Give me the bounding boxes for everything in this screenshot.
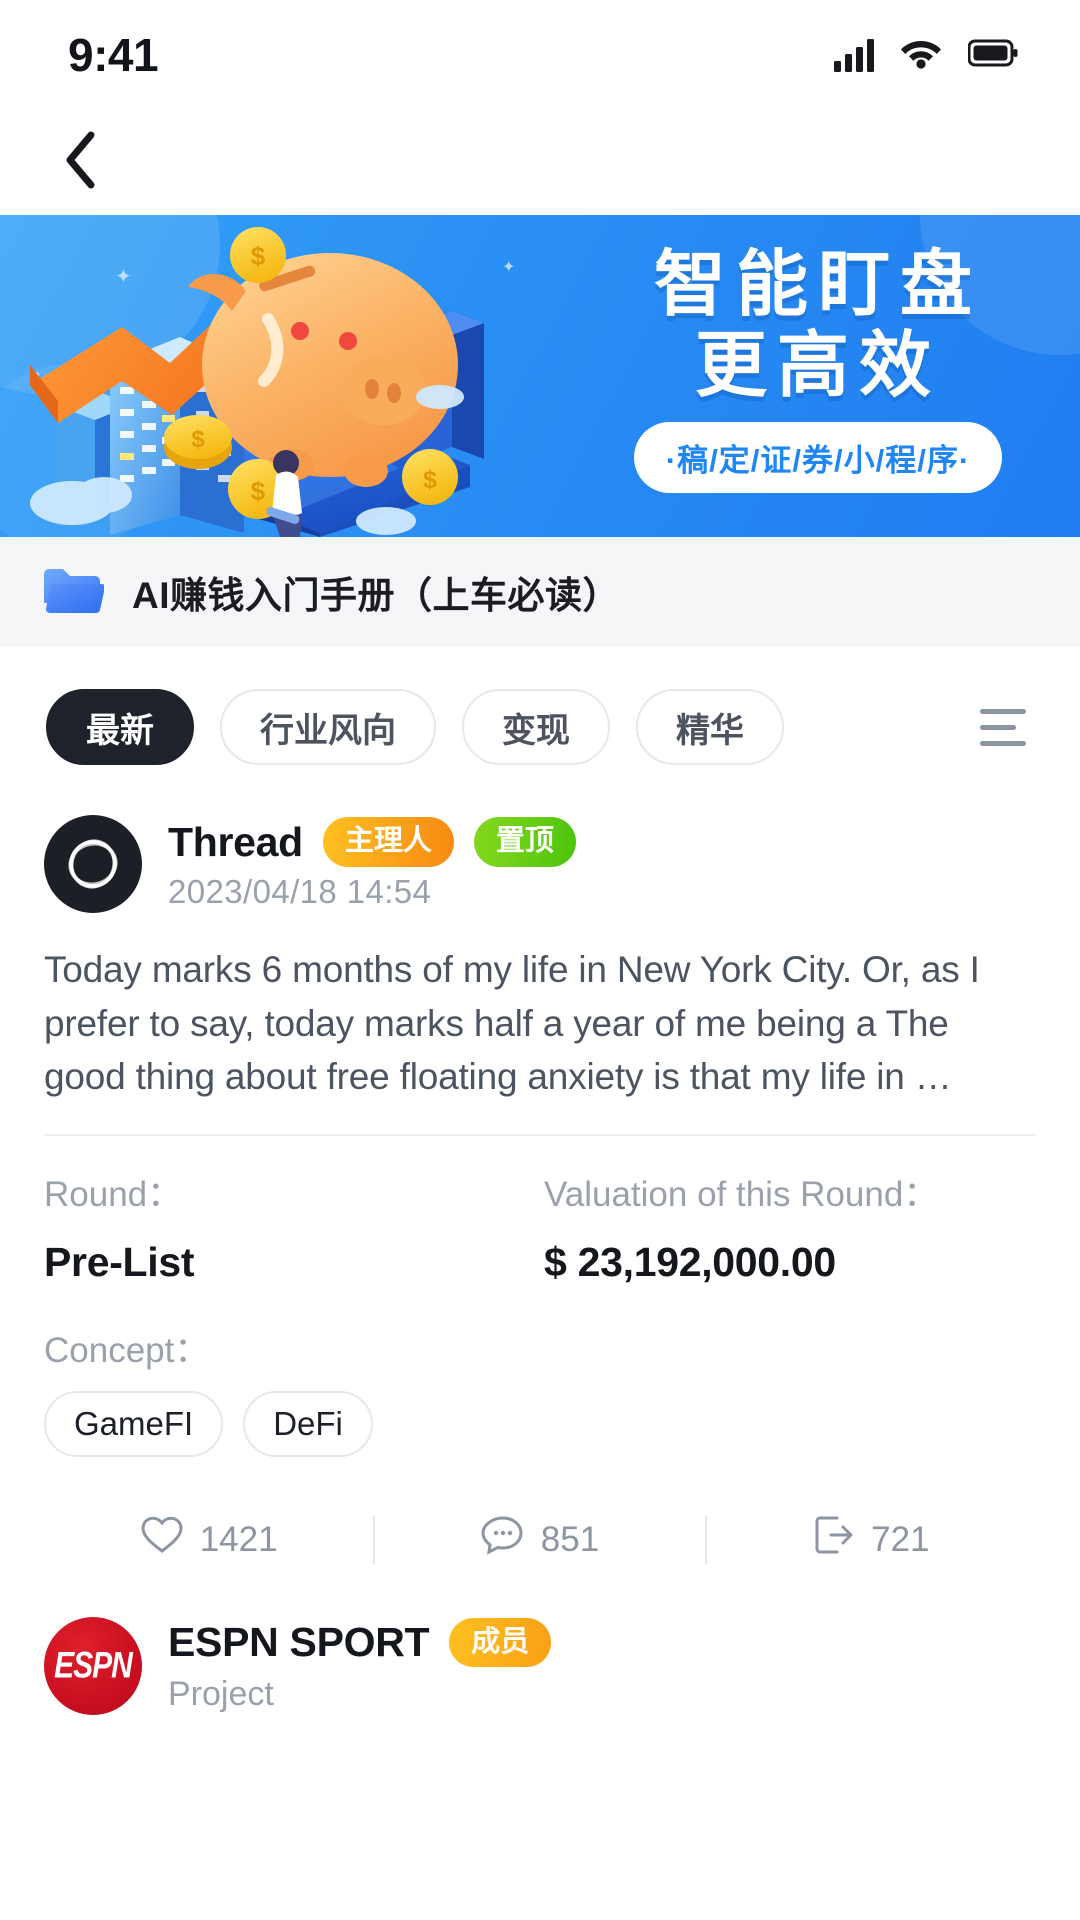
back-button[interactable] xyxy=(50,131,110,194)
concept-tag-row: GameFI DeFi xyxy=(44,1390,1036,1457)
post-name-row: Thread 主理人 置顶 xyxy=(168,817,576,867)
nav-bar xyxy=(0,110,1080,215)
svg-text:$: $ xyxy=(251,241,266,271)
post-action-bar: 1421 851 721 xyxy=(44,1497,1036,1583)
like-count: 1421 xyxy=(199,1519,278,1559)
round-value: Pre-List xyxy=(44,1238,195,1285)
valuation-value: $ 23,192,000.00 xyxy=(544,1238,836,1285)
cellular-signal-icon xyxy=(834,38,874,72)
folder-row[interactable]: AI赚钱入门手册（上车必读） xyxy=(0,537,1080,647)
status-icons xyxy=(834,37,1018,74)
promo-banner[interactable]: ✦ ● ✦ ✦ ● xyxy=(0,215,1080,537)
post-body-text[interactable]: Today marks 6 months of my life in New Y… xyxy=(44,943,1036,1104)
post-author-name: Thread xyxy=(168,818,303,865)
heart-icon xyxy=(140,1515,184,1564)
back-chevron-icon xyxy=(63,131,97,194)
post-card: Thread 主理人 置顶 2023/04/18 14:54 Today mar… xyxy=(0,815,1080,1583)
threads-logo-avatar[interactable] xyxy=(44,815,142,913)
valuation-label: Valuation of this Round： xyxy=(544,1174,939,1214)
filter-chip-bar: 最新 行业风向 变现 精华 xyxy=(0,647,1080,801)
comment-icon xyxy=(481,1514,525,1565)
like-action[interactable]: 1421 xyxy=(44,1515,373,1564)
svg-text:$: $ xyxy=(423,466,437,494)
badge-owner: 主理人 xyxy=(322,817,454,867)
post-card-secondary: ESPN ESPN SPORT 成员 Project xyxy=(0,1583,1080,1715)
folder-title: AI赚钱入门手册（上车必读） xyxy=(132,575,620,616)
banner-copy: 智能盯盘 更高效 ·稿/定/证/券/小/程/序· xyxy=(608,245,1028,494)
filter-chip-latest[interactable]: 最新 xyxy=(46,689,194,765)
post-secondary-author: ESPN SPORT xyxy=(168,1618,430,1665)
svg-text:$: $ xyxy=(251,476,266,506)
concept-tag-gamefi[interactable]: GameFI xyxy=(44,1390,224,1457)
post-timestamp: 2023/04/18 14:54 xyxy=(168,872,432,910)
comment-action[interactable]: 851 xyxy=(375,1514,704,1565)
banner-headline-2: 更高效 xyxy=(694,325,941,406)
concept-label: Concept： xyxy=(44,1330,210,1370)
post-header-text: Thread 主理人 置顶 2023/04/18 14:54 xyxy=(168,817,576,910)
post-secondary-text: ESPN SPORT 成员 Project xyxy=(168,1617,552,1714)
wifi-icon xyxy=(900,37,942,74)
filter-chip-industry-trends[interactable]: 行业风向 xyxy=(220,689,436,765)
share-count: 721 xyxy=(871,1519,930,1559)
comment-count: 851 xyxy=(540,1519,600,1559)
banner-tagline-pill: ·稿/定/证/券/小/程/序· xyxy=(633,422,1003,494)
share-icon xyxy=(813,1514,855,1565)
post-secondary-subtitle: Project xyxy=(168,1675,274,1714)
hamburger-menu-icon[interactable] xyxy=(980,696,1042,758)
filter-chip-featured[interactable]: 精华 xyxy=(636,689,784,765)
post-divider xyxy=(44,1133,1036,1136)
share-action[interactable]: 721 xyxy=(707,1514,1036,1565)
espn-wordmark: ESPN xyxy=(54,1644,133,1686)
post-meta-grid: Round： Valuation of this Round： Pre-List… xyxy=(44,1166,1036,1286)
piggy-bank-growth-illustration: $ $ $ $ xyxy=(0,215,560,537)
battery-icon xyxy=(967,39,1018,72)
banner-headline-1: 智能盯盘 xyxy=(653,245,982,325)
status-time: 9:41 xyxy=(68,29,159,81)
filter-chip-monetization[interactable]: 变现 xyxy=(462,689,610,765)
concept-tag-defi[interactable]: DeFi xyxy=(243,1390,373,1457)
folder-icon xyxy=(42,564,106,621)
status-bar: 9:41 xyxy=(0,0,1080,110)
round-label: Round： xyxy=(44,1174,183,1214)
post-secondary-name-row: ESPN SPORT 成员 xyxy=(168,1617,552,1668)
svg-text:$: $ xyxy=(191,426,205,453)
badge-pinned: 置顶 xyxy=(473,817,576,867)
post-header: Thread 主理人 置顶 2023/04/18 14:54 xyxy=(44,815,1036,913)
espn-logo-avatar[interactable]: ESPN xyxy=(44,1616,142,1715)
badge-member: 成员 xyxy=(449,1617,552,1668)
